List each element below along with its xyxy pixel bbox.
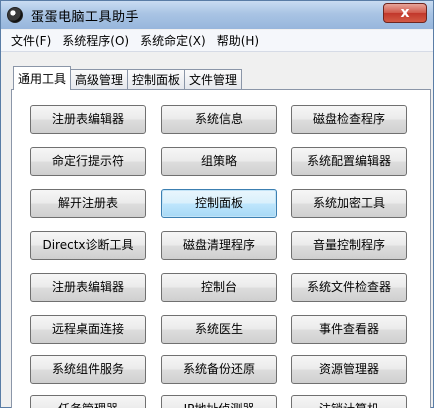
tab-general-tools[interactable]: 通用工具: [13, 66, 72, 90]
system-encryption-button[interactable]: 系统加密工具: [291, 189, 407, 218]
menu-help[interactable]: 帮助(H): [213, 32, 263, 49]
system-info-button[interactable]: 系统信息: [161, 105, 277, 134]
logoff-button[interactable]: 注销计算机: [291, 395, 407, 408]
explorer-button[interactable]: 资源管理器: [291, 355, 407, 384]
component-services-button[interactable]: 系统组件服务: [30, 355, 146, 384]
event-viewer-button[interactable]: 事件查看器: [291, 315, 407, 344]
ip-detector-button[interactable]: IP地址侦测器: [161, 395, 277, 408]
remote-desktop-button[interactable]: 远程桌面连接: [30, 315, 146, 344]
registry-editor-button[interactable]: 注册表编辑器: [30, 105, 146, 134]
volume-control-button[interactable]: 音量控制程序: [291, 231, 407, 260]
disk-check-button[interactable]: 磁盘检查程序: [291, 105, 407, 134]
close-button[interactable]: x: [383, 3, 427, 23]
title-bar[interactable]: 蛋蛋电脑工具助手 x: [1, 1, 433, 29]
system-file-checker-button[interactable]: 系统文件检查器: [291, 273, 407, 302]
system-config-editor-button[interactable]: 系统配置编辑器: [291, 147, 407, 176]
tab-control-panel[interactable]: 控制面板: [127, 69, 186, 90]
app-egg-icon: [7, 7, 23, 23]
menu-file[interactable]: 文件(F): [7, 32, 55, 49]
directx-diag-button[interactable]: Directx诊断工具: [30, 231, 146, 260]
group-policy-button[interactable]: 组策略: [161, 147, 277, 176]
menu-bar: 文件(F) 系统程序(O) 系统命定(X) 帮助(H): [1, 30, 433, 52]
unlock-registry-button[interactable]: 解开注册表: [30, 189, 146, 218]
menu-system-commands[interactable]: 系统命定(X): [136, 32, 210, 49]
console-button[interactable]: 控制台: [161, 273, 277, 302]
control-panel-button[interactable]: 控制面板: [161, 189, 277, 218]
tab-advanced-management[interactable]: 高级管理: [70, 69, 129, 90]
command-prompt-button[interactable]: 命定行提示符: [30, 147, 146, 176]
registry-editor-2-button[interactable]: 注册表编辑器: [30, 273, 146, 302]
system-doctor-button[interactable]: 系统医生: [161, 315, 277, 344]
window-title: 蛋蛋电脑工具助手: [31, 9, 140, 25]
tab-file-management[interactable]: 文件管理: [184, 69, 243, 90]
backup-restore-button[interactable]: 系统备份还原: [161, 355, 277, 384]
disk-cleanup-button[interactable]: 磁盘清理程序: [161, 231, 277, 260]
menu-system-programs[interactable]: 系统程序(O): [58, 32, 133, 49]
task-manager-button[interactable]: 任务管理器: [30, 395, 146, 408]
app-window: 蛋蛋电脑工具助手 x 文件(F) 系统程序(O) 系统命定(X) 帮助(H) 通…: [0, 0, 434, 408]
tab-strip: 通用工具 高级管理 控制面板 文件管理: [13, 66, 243, 90]
